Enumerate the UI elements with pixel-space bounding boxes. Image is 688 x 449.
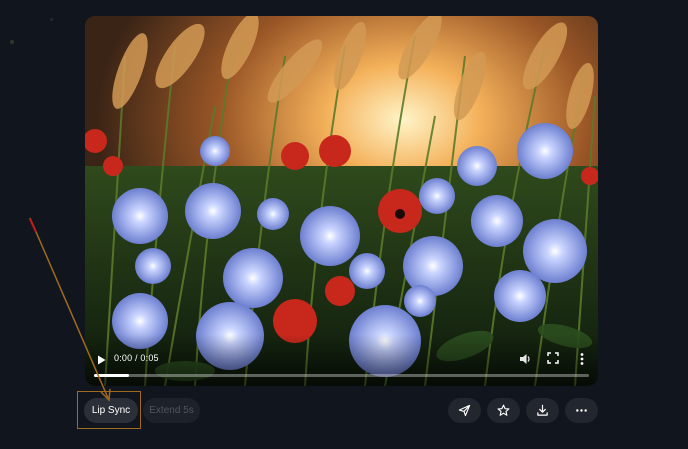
video-player[interactable]: 0:00 / 0:05 <box>85 16 598 386</box>
background-dot <box>50 18 53 21</box>
fullscreen-icon[interactable] <box>547 352 559 364</box>
more-horizontal-icon <box>576 409 587 412</box>
more-vertical-icon[interactable] <box>578 352 586 366</box>
video-progress-fill <box>94 374 129 377</box>
more-options-button[interactable] <box>565 398 598 423</box>
background-dot <box>10 40 14 44</box>
share-button[interactable] <box>448 398 481 423</box>
download-icon <box>537 404 548 416</box>
download-button[interactable] <box>526 398 559 423</box>
star-icon <box>497 404 510 416</box>
send-icon <box>458 404 471 417</box>
annotation-arrow-tail <box>29 218 37 233</box>
video-frame <box>85 16 598 386</box>
video-controls: 0:00 / 0:05 <box>85 334 598 386</box>
play-icon[interactable] <box>95 354 107 366</box>
extend-button[interactable]: Extend 5s <box>143 398 200 423</box>
video-time-display: 0:00 / 0:05 <box>114 353 159 363</box>
highlight-box <box>77 391 141 429</box>
volume-icon[interactable] <box>518 352 532 366</box>
favorite-button[interactable] <box>487 398 520 423</box>
video-progress-bar[interactable] <box>94 374 589 377</box>
